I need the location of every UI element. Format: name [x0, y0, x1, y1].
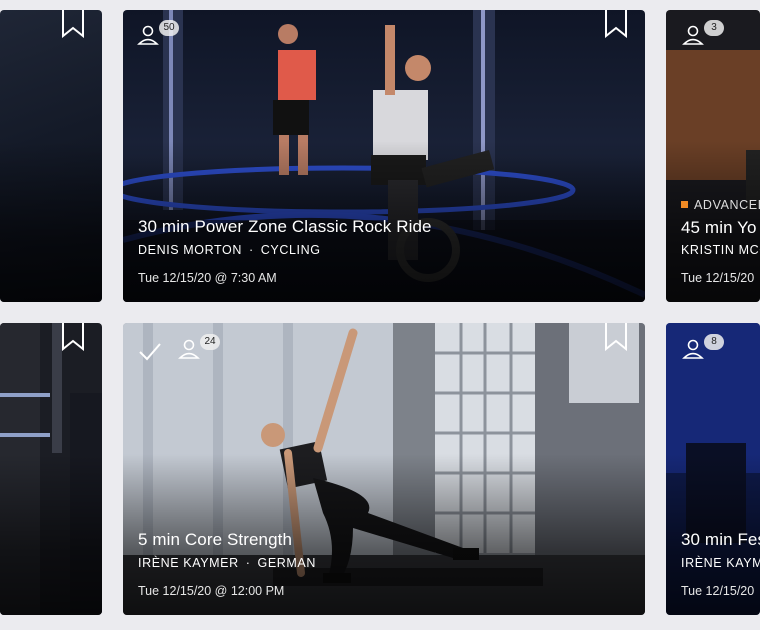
class-card-yoga[interactable]: 3 ADVANCED 45 min Yo KRISTIN MCC Tue 12/… — [666, 10, 760, 302]
class-title: 30 min Fes — [681, 530, 760, 549]
class-title: 45 min Yo — [681, 218, 757, 237]
meta-separator: · — [248, 243, 254, 257]
class-time: Tue 12/15/20 @ 12:00 PM — [138, 584, 285, 598]
class-title: 5 min Core Strength — [138, 530, 293, 549]
class-meta: DENIS MORTON · CYCLING — [138, 243, 321, 257]
instructor-name: DENIS MORTON — [138, 243, 242, 257]
class-card-core-strength[interactable]: 24 5 min Core Strength IRÈNE KAYMER · GERM… — [123, 323, 645, 615]
discipline-name: CYCLING — [260, 243, 321, 257]
class-card-left-bottom[interactable] — [0, 323, 102, 615]
bookmark-icon[interactable] — [62, 323, 84, 351]
class-meta: IRÈNE KAYMER · GERMAN — [138, 556, 316, 570]
class-time: Tue 12/15/20 — [681, 271, 755, 285]
instructor-name: KRISTIN MCC — [681, 243, 760, 257]
meta-separator: · — [245, 556, 251, 570]
class-card-power-zone[interactable]: 50 30 min Power Zone Classic Rock Ride D… — [123, 10, 645, 302]
instructor-name: IRÈNE KAYM — [681, 556, 760, 570]
class-card-left-top[interactable] — [0, 10, 102, 302]
difficulty-level: ADVANCED — [681, 198, 760, 212]
instructor-name: IRÈNE KAYMER — [138, 556, 239, 570]
language-name: GERMAN — [257, 556, 316, 570]
difficulty-square-icon — [681, 201, 688, 208]
class-time: Tue 12/15/20 @ 7:30 AM — [138, 271, 277, 285]
class-time: Tue 12/15/20 — [681, 584, 755, 598]
class-title: 30 min Power Zone Classic Rock Ride — [138, 217, 432, 236]
class-card-festive[interactable]: 8 30 min Fes IRÈNE KAYM Tue 12/15/20 — [666, 323, 760, 615]
bookmark-icon[interactable] — [62, 10, 84, 38]
